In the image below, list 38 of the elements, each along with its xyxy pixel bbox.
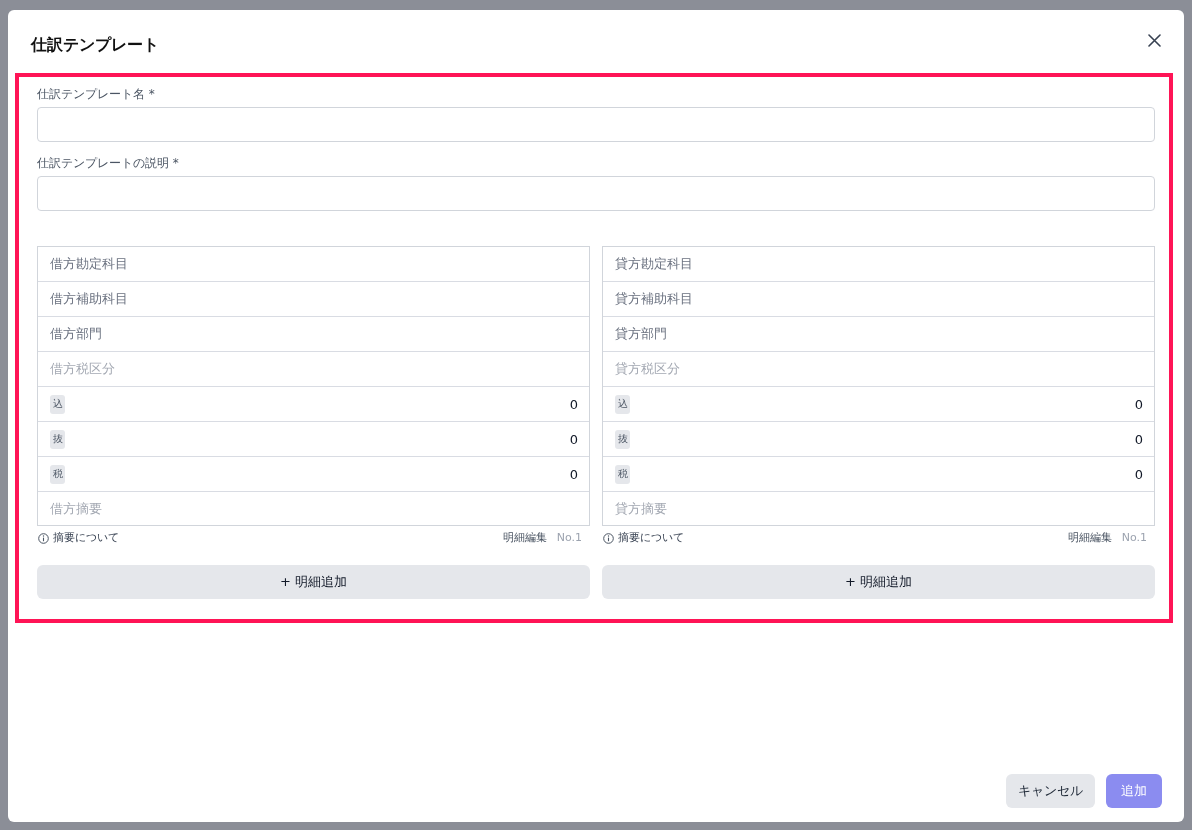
summary-input[interactable]: 貸方摘要 [603, 492, 1154, 525]
cancel-button[interactable]: キャンセル [1006, 774, 1095, 808]
tax-badge: 抜 [50, 429, 65, 449]
text-input[interactable] [37, 107, 1155, 142]
amount-input[interactable]: 0 [630, 422, 1154, 456]
info-icon [38, 532, 49, 544]
close-icon [1148, 34, 1161, 47]
amount-input[interactable]: 0 [65, 387, 589, 421]
tax-badge: 抜 [615, 429, 630, 449]
select-field[interactable]: 貸方補助科目 [603, 282, 1154, 317]
dialog-title: 仕訳テンプレート [31, 34, 159, 55]
line-number: No.1 [1121, 531, 1147, 545]
add-line-button[interactable]: + 明細追加 [602, 565, 1155, 599]
select-field[interactable]: 借方部門 [38, 317, 589, 352]
help-link[interactable]: 摘要について [53, 531, 119, 545]
tax-badge: 税 [615, 464, 630, 484]
summary-input[interactable]: 借方摘要 [38, 492, 589, 525]
text-input[interactable] [37, 176, 1155, 211]
line-number: No.1 [556, 531, 582, 545]
amount-input[interactable]: 0 [65, 422, 589, 456]
close-button[interactable] [1148, 34, 1161, 47]
field-label: 仕訳テンプレート名 * [37, 87, 155, 102]
amount-input[interactable]: 0 [630, 387, 1154, 421]
tax-badge: 税 [50, 464, 65, 484]
field-label: 仕訳テンプレートの説明 * [37, 156, 179, 171]
tax-badge: 込 [50, 394, 65, 414]
edit-details-label[interactable]: 明細編集 [1067, 531, 1112, 545]
select-field[interactable]: 貸方部門 [603, 317, 1154, 352]
tax-badge: 込 [615, 394, 630, 414]
help-link[interactable]: 摘要について [618, 531, 684, 545]
select-field[interactable]: 借方勘定科目 [38, 247, 589, 282]
select-field[interactable]: 借方補助科目 [38, 282, 589, 317]
amount-input[interactable]: 0 [630, 457, 1154, 491]
info-icon [603, 532, 614, 544]
edit-details-label[interactable]: 明細編集 [502, 531, 547, 545]
select-field[interactable]: 貸方勘定科目 [603, 247, 1154, 282]
add-line-button[interactable]: + 明細追加 [37, 565, 590, 599]
amount-input[interactable]: 0 [65, 457, 589, 491]
